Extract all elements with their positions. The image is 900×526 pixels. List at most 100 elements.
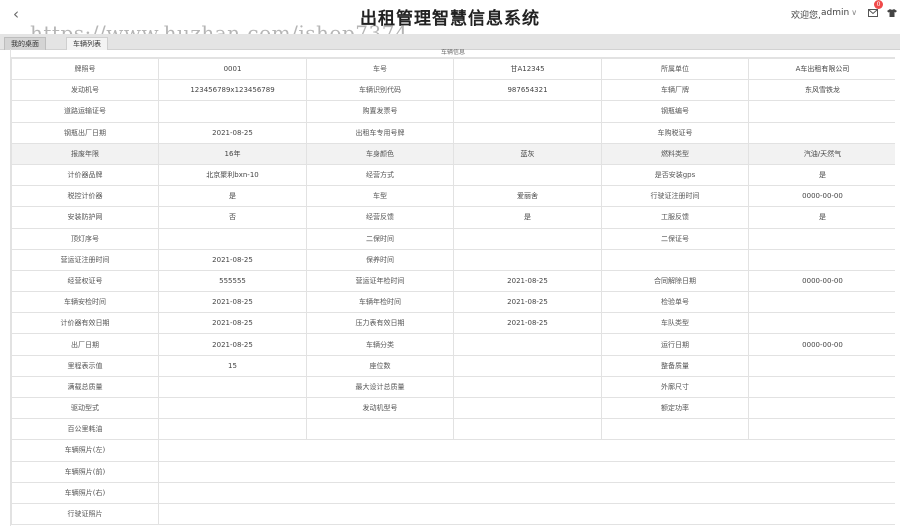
chevron-left-icon: ‹ — [13, 5, 19, 23]
field-value — [748, 100, 895, 123]
table-row: 经营权证号 555555 营运证年检时间 2021-08-25 合同解除日期 0000-0… — [11, 269, 895, 293]
field-label: 额定功率 — [601, 396, 749, 420]
field-value — [748, 291, 895, 314]
chevron-down-icon: ∨ — [851, 8, 858, 17]
field-value — [453, 248, 602, 271]
field-label: 车辆照片(前) — [11, 460, 159, 483]
table-row: 车辆照片(前) — [11, 460, 895, 483]
field-label — [601, 248, 749, 271]
field-label: 计价器品牌 — [11, 163, 159, 187]
field-value — [158, 418, 307, 441]
field-label: 二保证号 — [601, 227, 749, 250]
field-label: 车身颜色 — [306, 142, 454, 165]
shirt-icon[interactable] — [887, 9, 897, 17]
field-label: 经营反馈 — [306, 206, 454, 229]
field-label: 合同解除日期 — [601, 269, 749, 293]
table-row: 计价器有效日期 2021-08-25 压力表有效日期 2021-08-25 车队类型 — [11, 312, 895, 335]
field-value: 2021-08-25 — [453, 312, 602, 335]
field-value — [748, 121, 895, 144]
field-label: 计价器有效日期 — [11, 312, 159, 335]
field-label: 车辆厂牌 — [601, 79, 749, 102]
field-value: 否 — [158, 206, 307, 229]
table-row: 报废年限 16年 车身颜色 蓝灰 燃料类型 汽油/天然气 — [11, 142, 895, 165]
field-label: 车辆照片(右) — [11, 481, 159, 504]
field-label: 道路运输证号 — [11, 100, 159, 123]
field-value: 2021-08-25 — [158, 333, 307, 356]
field-value — [158, 375, 307, 399]
field-label: 行驶证注册时间 — [601, 185, 749, 208]
table-row: 安装防护网否经营反馈是工服反馈是 — [11, 206, 895, 229]
field-label: 税控计价器 — [11, 185, 159, 208]
field-value — [158, 502, 895, 526]
field-value: 北京聚利bxn-10 — [158, 163, 307, 187]
field-value — [453, 418, 602, 441]
field-value — [453, 227, 602, 250]
field-label: 二保时间 — [306, 227, 454, 250]
field-label: 工服反馈 — [601, 206, 749, 229]
field-label: 营运证年检时间 — [306, 269, 454, 293]
field-value — [748, 248, 895, 271]
back-button[interactable]: ‹ — [8, 5, 24, 23]
field-value: 987654321 — [453, 79, 602, 102]
table-row: 车辆安检时间 2021-08-25 车辆年检时间 2021-08-25 检验单号 — [11, 291, 895, 314]
field-label: 满载总质量 — [11, 375, 159, 399]
field-value: 甘A12345 — [453, 57, 602, 81]
field-label: 顶灯序号 — [11, 227, 159, 250]
user-dropdown[interactable]: admin ∨ — [821, 8, 857, 18]
field-value: 2021-08-25 — [158, 291, 307, 314]
table-row: 道路运输证号 购置发票号 钢瓶编号 — [11, 100, 895, 123]
field-label: 车号 — [306, 57, 454, 81]
field-value: 蓝灰 — [453, 142, 602, 165]
table-row: 百公里耗油 — [11, 418, 895, 441]
field-label: 钢瓶编号 — [601, 100, 749, 123]
field-label: 车队类型 — [601, 312, 749, 335]
field-label: 车辆年检时间 — [306, 291, 454, 314]
table-row: 行驶证照片 — [11, 502, 895, 526]
field-value: 2021-08-25 — [453, 291, 602, 314]
field-value — [748, 396, 895, 420]
field-label: 钢瓶出厂日期 — [11, 121, 159, 144]
field-value: 是 — [748, 163, 895, 187]
field-value: 2021-08-25 — [158, 121, 307, 144]
field-value: 15 — [158, 354, 307, 377]
field-value — [158, 460, 895, 483]
field-value — [453, 396, 602, 420]
field-value: 是 — [453, 206, 602, 229]
field-label: 车辆分类 — [306, 333, 454, 356]
table-row: 满载总质量 最大设计总质量 外廓尺寸 — [11, 375, 895, 399]
welcome-text: 欢迎您, — [791, 11, 821, 21]
field-label: 车辆识别代码 — [306, 79, 454, 102]
field-value: A车出租有限公司 — [748, 57, 895, 81]
table-row: 车辆照片(右) — [11, 481, 895, 504]
app-title: 出租管理智慧信息系统 — [360, 9, 540, 29]
field-label — [601, 418, 749, 441]
field-value: 2021-08-25 — [158, 248, 307, 271]
field-value — [453, 163, 602, 187]
section-title: 车辆信息 — [11, 49, 895, 58]
table-row: 计价器品牌 北京聚利bxn-10 经营方式 是否安装gps 是 — [11, 163, 895, 187]
field-label: 整备质量 — [601, 354, 749, 377]
field-label: 车型 — [306, 185, 454, 208]
field-label: 行驶证照片 — [11, 502, 159, 526]
field-value: 东风雪铁龙 — [748, 79, 895, 102]
field-label: 营运证注册时间 — [11, 248, 159, 271]
field-label: 驱动型式 — [11, 396, 159, 420]
field-label: 车辆照片(左) — [11, 439, 159, 462]
field-value — [748, 312, 895, 335]
field-value — [748, 354, 895, 377]
top-header: ‹ 出租管理智慧信息系统 欢迎您, admin ∨ 0 — [0, 0, 900, 34]
field-label: 出厂日期 — [11, 333, 159, 356]
table-row: 顶灯序号 二保时间 二保证号 — [11, 227, 895, 250]
field-label — [306, 418, 454, 441]
field-label: 百公里耗油 — [11, 418, 159, 441]
mail-icon[interactable] — [868, 9, 878, 17]
table-row: 牌照号 0001 车号 甘A12345 所属单位 A车出租有限公司 — [11, 57, 895, 81]
field-value — [453, 100, 602, 123]
field-value: 0000-00-00 — [748, 333, 895, 356]
field-value: 123456789x123456789 — [158, 79, 307, 102]
field-label: 车购税证号 — [601, 121, 749, 144]
notification-badge: 0 — [874, 0, 883, 9]
field-value — [453, 333, 602, 356]
tab-bar: 我的桌面 车辆列表 — [0, 34, 900, 50]
table-row: 钢瓶出厂日期 2021-08-25 出租车专用号牌 车购税证号 — [11, 121, 895, 144]
